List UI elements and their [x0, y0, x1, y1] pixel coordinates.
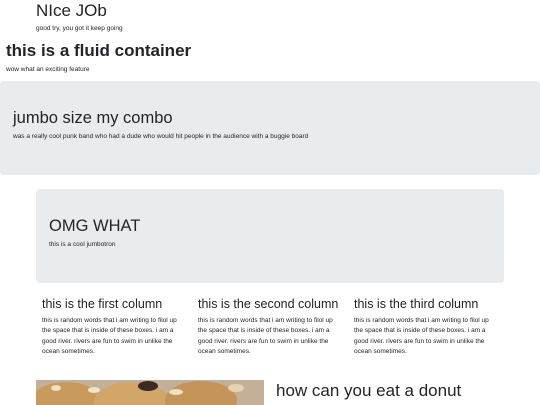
page-subtitle: good try, you got it keep going [36, 25, 123, 32]
jumbotron-contained-text: this is a cool jumbotron [49, 241, 116, 248]
column-text: this is random words that i am writing t… [42, 317, 177, 355]
column-text: this is random words that i am writing t… [354, 317, 489, 355]
jumbotron-full-width: jumbo size my combo was a really cool pu… [0, 81, 540, 175]
column-title: this is the second column [198, 297, 339, 311]
jumbotron-contained: OMG WHAT this is a cool jumbotron [36, 189, 504, 283]
column-third: this is the third column this is random … [354, 296, 499, 357]
donut-photo-icon [36, 380, 264, 405]
column-first: this is the first column this is random … [42, 296, 187, 357]
page-title: NIce JOb [36, 1, 107, 20]
jumbotron-full-text: was a really cool punk band who had a du… [13, 133, 309, 140]
feature-title: how can you eat a donut [276, 381, 462, 400]
column-title: this is the third column [354, 297, 479, 311]
jumbotron-full-title: jumbo size my combo [13, 109, 173, 127]
fluid-container-title: this is a fluid container [6, 41, 192, 60]
column-title: this is the first column [42, 297, 163, 311]
column-text: this is random words that i am writing t… [198, 317, 333, 355]
fluid-container-subtitle: wow what an exciting feature [6, 66, 90, 73]
jumbotron-contained-title: OMG WHAT [49, 217, 141, 235]
column-second: this is the second column this is random… [198, 296, 343, 357]
